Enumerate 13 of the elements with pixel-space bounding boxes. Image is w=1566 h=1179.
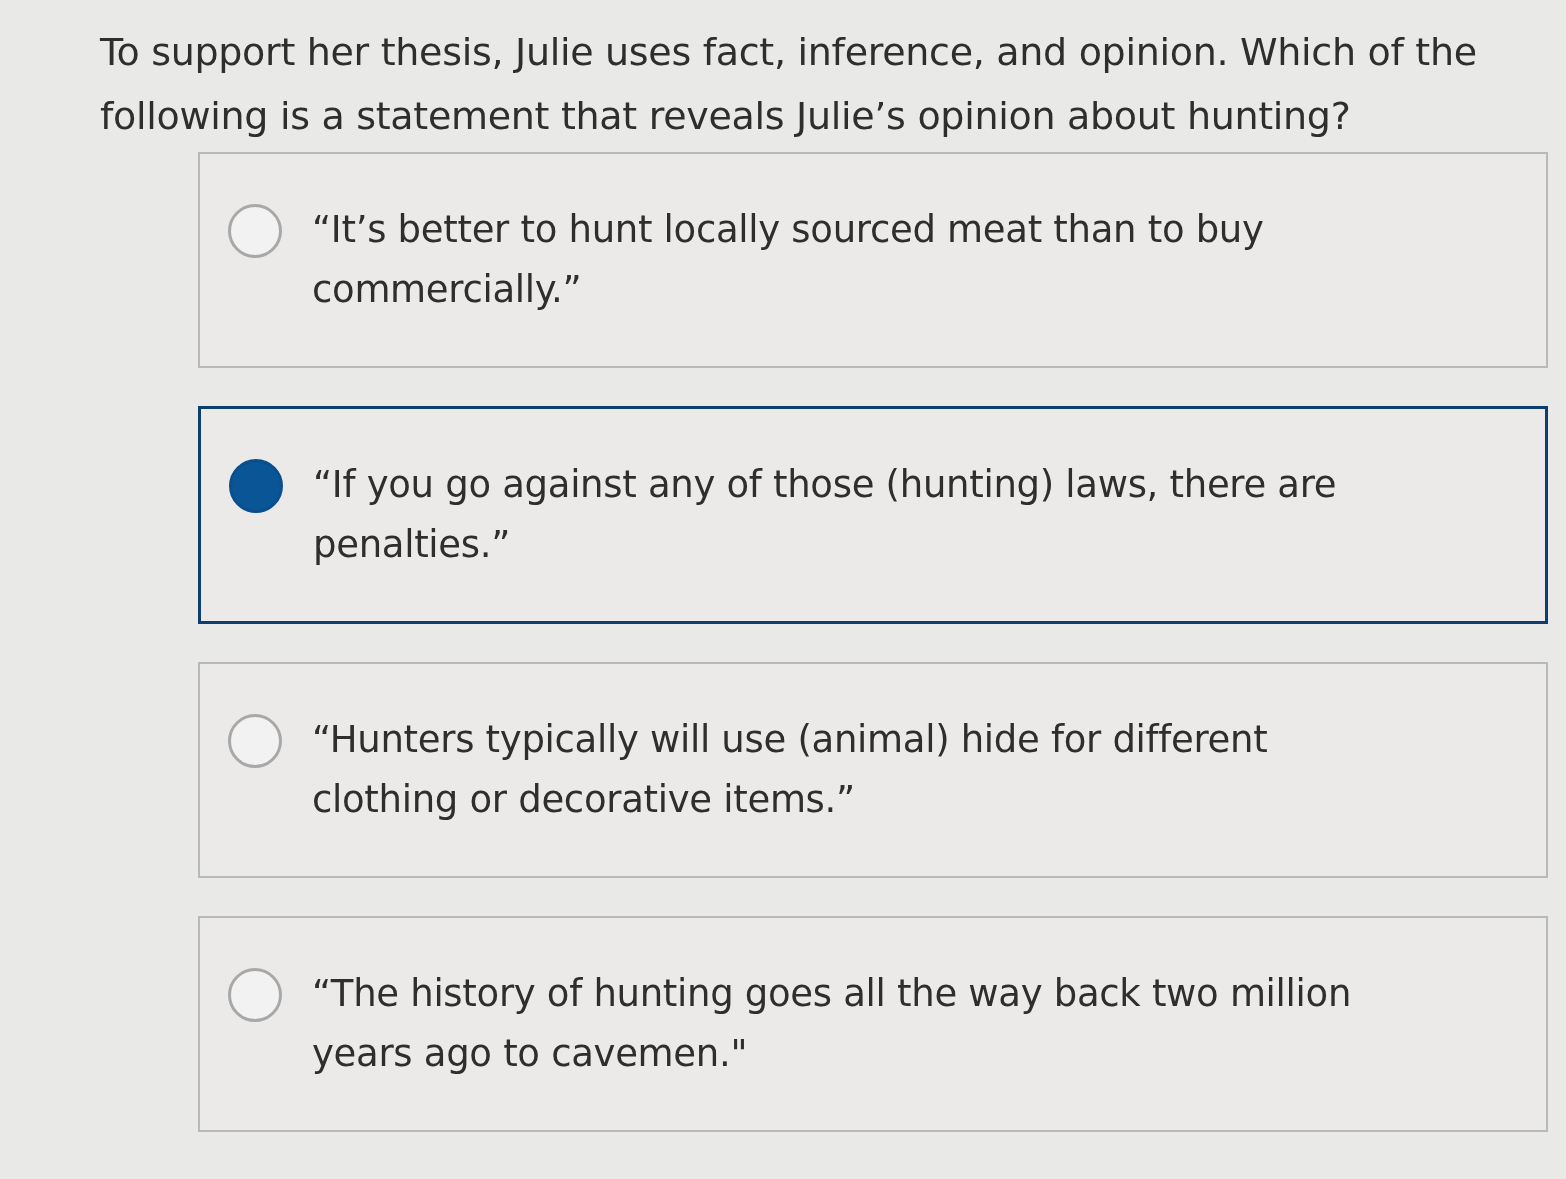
answer-option[interactable]: “The history of hunting goes all the way back two million years ago to cavemen." [198,916,1548,1132]
option-text: “The history of hunting goes all the way back two million years ago to cavemen." [312,971,1353,1077]
radio-button[interactable] [228,714,282,768]
question-text: To support her thesis, Julie uses fact, inference, and opinion. Which of the following is a statement that reveals Julie’s opinion about hunting? [100,29,1478,140]
option-text: “Hunters typically will use (animal) hide for different clothing or decorative items.” [312,717,1269,823]
answer-option[interactable]: “It’s better to hunt locally sourced meat than to buy commercially.” [198,152,1548,368]
option-text: “If you go against any of those (hunting) laws, there are penalties.” [313,462,1338,568]
answer-option[interactable]: “Hunters typically will use (animal) hide for different clothing or decorative items.” [198,662,1548,878]
radio-button[interactable] [228,968,282,1022]
radio-button[interactable] [228,204,282,258]
answer-option[interactable]: “If you go against any of those (hunting) laws, there are penalties.” [198,406,1548,624]
option-text: “It’s better to hunt locally sourced meat than to buy commercially.” [312,207,1265,313]
radio-button[interactable] [229,459,283,513]
